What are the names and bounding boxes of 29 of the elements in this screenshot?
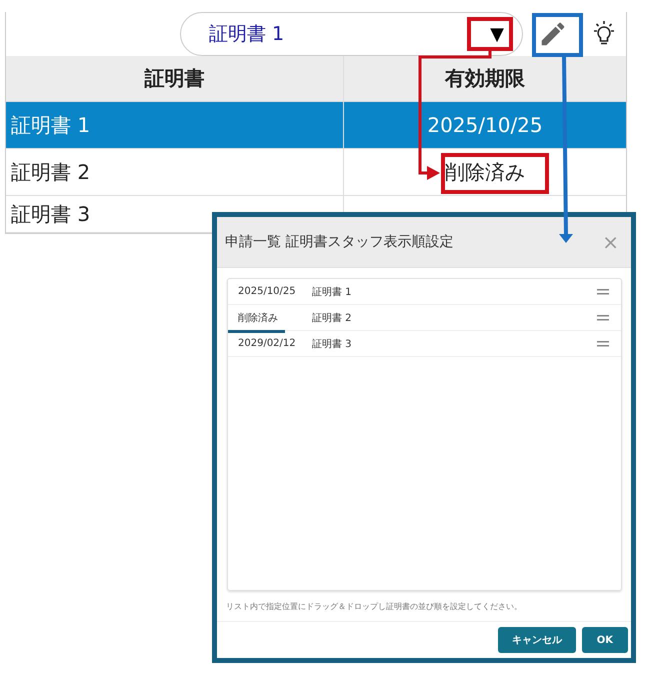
column-header: 証明書: [144, 65, 204, 92]
list-item[interactable]: 2029/02/12 証明書 3: [228, 331, 621, 357]
drag-handle-icon[interactable]: [597, 314, 609, 320]
item-date: 2025/10/25: [238, 286, 297, 297]
drag-handle-icon[interactable]: [597, 288, 609, 294]
instruction-text: リスト内で指定位置にドラッグ＆ドロップし証明書の並び順を設定してください。: [226, 601, 523, 612]
dropdown-value: 証明書 1: [209, 22, 284, 47]
highlight-frame: [532, 13, 583, 57]
table-cell: 削除済み: [445, 158, 525, 186]
table-row[interactable]: 証明書 1 2025/10/25: [6, 102, 626, 149]
item-name: 証明書 2: [312, 312, 353, 324]
item-name: 証明書 1: [312, 286, 353, 298]
dialog-title: 申請一覧 証明書スタッフ表示順設定: [225, 233, 454, 251]
highlight-frame: [467, 17, 513, 51]
drag-handle-icon[interactable]: [597, 340, 609, 346]
table-cell: 証明書 3: [11, 200, 90, 228]
table-row[interactable]: 証明書 2 削除済み: [6, 149, 626, 196]
cancel-button[interactable]: キャンセル: [498, 627, 576, 653]
item-date: 削除済み: [238, 312, 279, 324]
caret-icon[interactable]: ▼: [490, 24, 504, 44]
list-item[interactable]: 2025/10/25 証明書 1: [228, 279, 621, 305]
ok-button[interactable]: OK: [582, 627, 628, 653]
table-cell: 2025/10/25: [427, 113, 543, 137]
item-date: 2029/02/12: [238, 338, 297, 349]
item-name: 証明書 3: [312, 338, 353, 350]
list-item[interactable]: 削除済み 証明書 2: [228, 305, 621, 331]
table-cell: 証明書 1: [11, 112, 90, 138]
table-cell: 証明書 2: [11, 158, 90, 186]
column-header: 有効期限: [445, 65, 525, 92]
